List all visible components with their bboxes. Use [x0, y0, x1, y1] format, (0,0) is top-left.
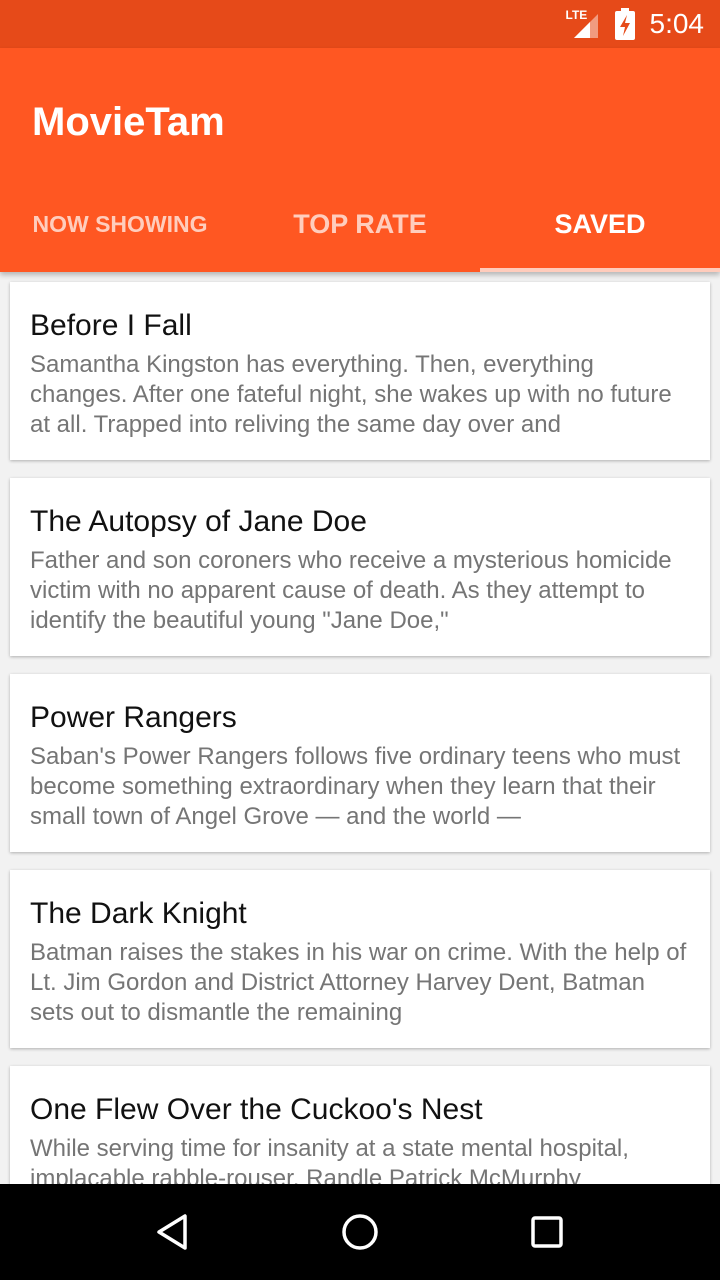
movie-card[interactable]: Before I Fall Samantha Kingston has ever… [10, 282, 710, 460]
movie-overview: While serving time for insanity at a sta… [30, 1135, 629, 1184]
movie-overview: Father and son coroners who receive a my… [30, 547, 672, 634]
movie-card[interactable]: The Dark Knight Batman raises the stakes… [10, 870, 710, 1048]
movie-title: Before I Fall [30, 309, 192, 342]
tab-bar: NOW SHOWING TOP RATE SAVED [0, 176, 720, 272]
tab-indicator [480, 268, 720, 272]
movie-list[interactable]: Before I Fall Samantha Kingston has ever… [0, 272, 720, 1184]
movie-overview: Saban's Power Rangers follows five ordin… [30, 743, 681, 830]
tab-label: TOP RATE [293, 208, 427, 239]
clock: 5:04 [649, 8, 705, 39]
tab-label: NOW SHOWING [32, 210, 208, 237]
tab-label: SAVED [554, 208, 646, 239]
movie-title: One Flew Over the Cuckoo's Nest [30, 1093, 483, 1126]
navigation-bar [0, 1184, 720, 1280]
movie-overview: Samantha Kingston has everything. Then, … [30, 351, 672, 438]
home-button[interactable] [320, 1192, 400, 1272]
lte-signal-icon: LTE [566, 8, 606, 40]
tab-saved[interactable]: SAVED [480, 176, 720, 272]
app-title: MovieTam [32, 100, 225, 144]
movie-title: The Dark Knight [30, 897, 247, 930]
movie-title: The Autopsy of Jane Doe [30, 505, 367, 538]
movie-card[interactable]: Power Rangers Saban's Power Rangers foll… [10, 674, 710, 852]
movie-card[interactable]: One Flew Over the Cuckoo's Nest While se… [10, 1066, 710, 1184]
movie-card[interactable]: The Autopsy of Jane Doe Father and son c… [10, 478, 710, 656]
status-bar: LTE 5:04 [0, 0, 720, 48]
back-button[interactable] [133, 1192, 213, 1272]
battery-charging-icon [614, 8, 636, 40]
back-triangle-icon [157, 1214, 188, 1250]
movie-title: Power Rangers [30, 701, 237, 734]
movie-overview: Batman raises the stakes in his war on c… [30, 939, 687, 1026]
home-circle-icon [342, 1214, 378, 1250]
tab-top-rate[interactable]: TOP RATE [240, 176, 480, 272]
tab-now-showing[interactable]: NOW SHOWING [0, 176, 240, 272]
recents-button[interactable] [507, 1192, 587, 1272]
app-bar: MovieTam NOW SHOWING TOP RATE SAVED [0, 48, 720, 272]
recents-square-icon [530, 1216, 563, 1248]
